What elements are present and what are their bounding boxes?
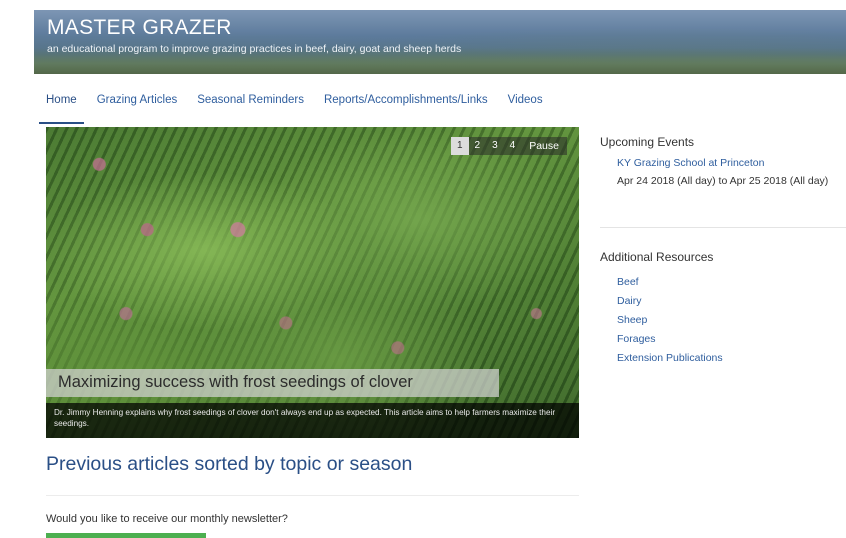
nav-item-videos[interactable]: Videos — [508, 94, 543, 120]
slide-caption-bar: Dr. Jimmy Henning explains why frost see… — [46, 403, 579, 438]
resource-link-forages[interactable]: Forages — [617, 330, 723, 349]
newsletter-signup-button[interactable] — [46, 533, 206, 538]
resource-link-beef[interactable]: Beef — [617, 273, 723, 292]
site-header-banner: MASTER GRAZER an educational program to … — [34, 10, 846, 74]
site-tagline: an educational program to improve grazin… — [47, 43, 462, 55]
featured-slideshow[interactable]: 1 2 3 4 Pause Maximizing success with fr… — [46, 127, 579, 438]
slide-caption: Dr. Jimmy Henning explains why frost see… — [54, 408, 556, 428]
resources-list: Beef Dairy Sheep Forages Extension Publi… — [617, 273, 723, 368]
pager-page-2[interactable]: 2 — [469, 137, 487, 155]
nav-item-seasonal-reminders[interactable]: Seasonal Reminders — [197, 94, 304, 120]
resource-link-dairy[interactable]: Dairy — [617, 292, 723, 311]
upcoming-events-heading: Upcoming Events — [600, 135, 695, 149]
nav-item-grazing-articles[interactable]: Grazing Articles — [97, 94, 178, 120]
nav-item-home[interactable]: Home — [39, 94, 84, 124]
newsletter-prompt: Would you like to receive our monthly ne… — [46, 513, 288, 525]
nav-item-reports[interactable]: Reports/Accomplishments/Links — [324, 94, 488, 120]
resource-link-extension-publications[interactable]: Extension Publications — [617, 349, 723, 368]
sidebar-divider — [600, 227, 846, 228]
slide-pager: 1 2 3 4 Pause — [450, 137, 567, 155]
pager-page-1[interactable]: 1 — [450, 137, 469, 155]
resource-link-sheep[interactable]: Sheep — [617, 311, 723, 330]
site-title[interactable]: MASTER GRAZER — [47, 16, 232, 40]
pager-page-3[interactable]: 3 — [486, 137, 504, 155]
additional-resources-heading: Additional Resources — [600, 250, 714, 264]
slide-title[interactable]: Maximizing success with frost seedings o… — [58, 373, 413, 392]
slide-title-bar: Maximizing success with frost seedings o… — [46, 369, 499, 397]
main-nav: Home Grazing Articles Seasonal Reminders… — [39, 94, 563, 124]
event-link[interactable]: KY Grazing School at Princeton — [617, 157, 764, 169]
pause-button[interactable]: Pause — [521, 137, 567, 155]
pager-page-4[interactable]: 4 — [504, 137, 522, 155]
event-dates: Apr 24 2018 (All day) to Apr 25 2018 (Al… — [617, 175, 829, 187]
section-heading[interactable]: Previous articles sorted by topic or sea… — [46, 453, 412, 476]
content-divider — [46, 495, 579, 496]
